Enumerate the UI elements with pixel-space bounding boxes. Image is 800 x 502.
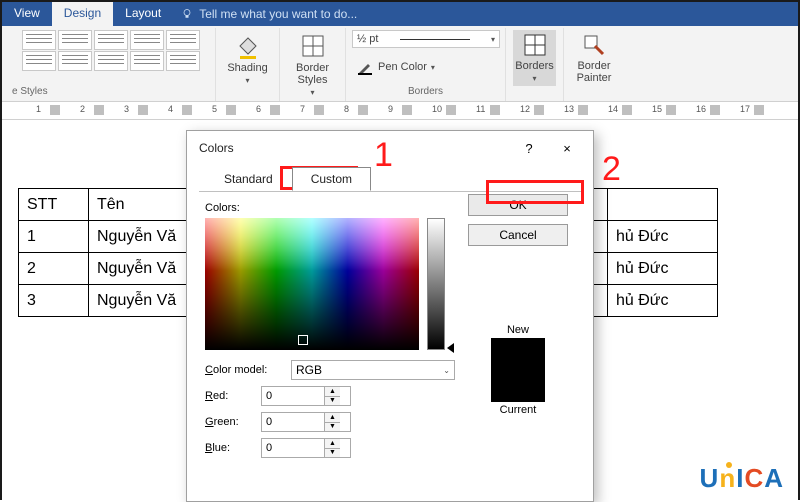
tab-custom[interactable]: Custom (292, 167, 371, 191)
border-styles-icon (299, 32, 327, 60)
ribbon-body: e Styles Shading▾ Border Styles ▾ ½ pt ▾… (2, 26, 798, 102)
red-spinner[interactable]: ▲▼ (261, 386, 351, 406)
paintbrush-icon (581, 32, 607, 58)
ruler-tab-icon (490, 105, 500, 115)
header-stt[interactable]: STT (19, 189, 89, 221)
ruler-tab-icon (138, 105, 148, 115)
help-button[interactable]: ? (511, 137, 547, 159)
ruler-tab-icon (270, 105, 280, 115)
ruler-number: 3 (124, 104, 129, 114)
green-spinner[interactable]: ▲▼ (261, 412, 351, 432)
ruler-number: 10 (432, 104, 442, 114)
ruler-number: 15 (652, 104, 662, 114)
color-model-label: Color model: (205, 364, 285, 376)
pen-icon (356, 58, 374, 76)
shading-button[interactable]: Shading▾ (221, 30, 273, 88)
red-input[interactable] (262, 387, 324, 405)
pen-sample-icon (400, 39, 470, 40)
pen-weight-dropdown[interactable]: ½ pt ▾ (352, 30, 500, 48)
borders-icon (522, 32, 548, 58)
borders-button[interactable]: Borders▾ (513, 30, 556, 86)
tab-design[interactable]: Design (52, 2, 113, 26)
ruler-number: 16 (696, 104, 706, 114)
document-area[interactable]: STT Tên 1 Nguyễn Vă hủ Đức 2 Nguyễn Vă h… (2, 120, 798, 500)
border-painter-button[interactable]: Border Painter (571, 30, 618, 86)
ruler-tab-icon (182, 105, 192, 115)
color-cursor-icon (298, 335, 308, 345)
ruler-tab-icon (534, 105, 544, 115)
spin-down-icon[interactable]: ▼ (325, 397, 340, 406)
ok-button[interactable]: OK (468, 194, 568, 216)
blue-label: Blue: (205, 442, 255, 454)
green-input[interactable] (262, 413, 324, 431)
chevron-down-icon: ⌄ (443, 366, 450, 375)
ruler-number: 13 (564, 104, 574, 114)
ruler-number: 12 (520, 104, 530, 114)
lightbulb-icon (181, 8, 193, 20)
ruler-tab-icon (446, 105, 456, 115)
horizontal-ruler[interactable]: /*populated below*/ 12345678910111213141… (2, 102, 798, 120)
ruler-tab-icon (226, 105, 236, 115)
colors-dialog: Colors ? × Standard Custom Colors: (186, 130, 594, 502)
ruler-number: 8 (344, 104, 349, 114)
ruler-number: 7 (300, 104, 305, 114)
luminance-slider[interactable] (427, 218, 445, 350)
ruler-number: 2 (80, 104, 85, 114)
color-field[interactable] (205, 218, 419, 350)
ruler-tab-icon (314, 105, 324, 115)
color-model-select[interactable]: RGB⌄ (291, 360, 455, 380)
ruler-number: 14 (608, 104, 618, 114)
tab-view[interactable]: View (2, 2, 52, 26)
ruler-number: 5 (212, 104, 217, 114)
close-button[interactable]: × (549, 137, 585, 159)
tab-layout[interactable]: Layout (113, 2, 173, 26)
ruler-tab-icon (358, 105, 368, 115)
ruler-number: 9 (388, 104, 393, 114)
ruler-tab-icon (754, 105, 764, 115)
slider-caret-icon (447, 343, 454, 353)
spin-up-icon[interactable]: ▲ (325, 439, 340, 449)
ruler-number: 4 (168, 104, 173, 114)
cancel-button[interactable]: Cancel (468, 224, 568, 246)
tab-standard[interactable]: Standard (205, 167, 292, 191)
color-preview (491, 338, 545, 402)
ruler-tab-icon (578, 105, 588, 115)
border-styles-button[interactable]: Border Styles ▾ (290, 30, 335, 99)
brand-logo: UnICA (700, 463, 784, 494)
ruler-tab-icon (94, 105, 104, 115)
bucket-icon (234, 32, 262, 60)
ruler-tab-icon (710, 105, 720, 115)
table-styles-gallery[interactable] (22, 30, 200, 71)
ruler-number: 11 (476, 104, 485, 114)
tell-me-search[interactable]: Tell me what you want to do... (181, 2, 357, 26)
green-label: Green: (205, 416, 255, 428)
ruler-number: 6 (256, 104, 261, 114)
spin-up-icon[interactable]: ▲ (325, 413, 340, 423)
spin-down-icon[interactable]: ▼ (325, 423, 340, 432)
ruler-number: 1 (36, 104, 41, 114)
current-label: Current (491, 404, 545, 416)
ruler-tab-icon (50, 105, 60, 115)
dialog-title: Colors (199, 141, 234, 155)
ruler-tab-icon (666, 105, 676, 115)
ruler-tab-icon (402, 105, 412, 115)
ruler-tab-icon (622, 105, 632, 115)
tell-me-label: Tell me what you want to do... (199, 7, 357, 21)
spin-up-icon[interactable]: ▲ (325, 387, 340, 397)
blue-input[interactable] (262, 439, 324, 457)
blue-spinner[interactable]: ▲▼ (261, 438, 351, 458)
new-label: New (491, 324, 545, 336)
red-label: Red: (205, 390, 255, 402)
ribbon-tab-strip: View Design Layout Tell me what you want… (2, 2, 798, 26)
styles-group-label: e Styles (12, 86, 48, 99)
borders-group-label: Borders (408, 86, 443, 99)
annotation-2: 2 (602, 150, 621, 189)
pen-color-dropdown[interactable]: Pen Color ▾ (352, 56, 439, 78)
spin-down-icon[interactable]: ▼ (325, 449, 340, 458)
colors-label: Colors: (205, 202, 455, 214)
ruler-number: 17 (740, 104, 750, 114)
